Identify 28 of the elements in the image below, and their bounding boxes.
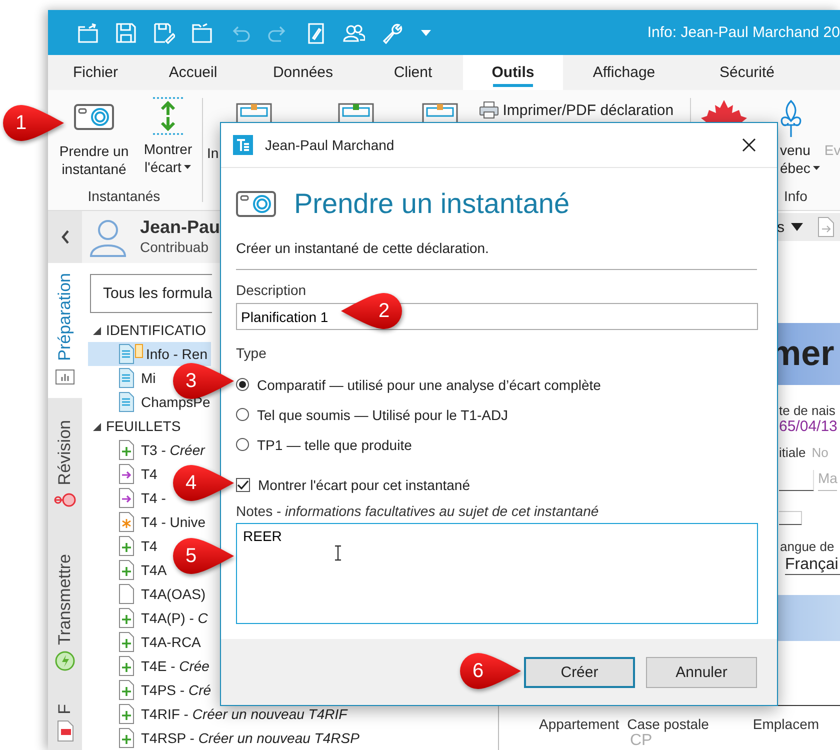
dialog-heading: Prendre un instantané	[294, 188, 570, 220]
button-label: In	[207, 145, 219, 161]
column-label: Case postale	[627, 716, 709, 732]
step-callout: 1	[3, 105, 65, 141]
group-label: Info	[784, 188, 808, 204]
column-label: Appartement	[539, 716, 620, 732]
field-label: itiale	[779, 445, 806, 460]
field-value: CP	[630, 732, 654, 750]
step-callout: 2	[340, 293, 402, 329]
step-callout: 4	[173, 465, 235, 501]
field-label: Notes - informations facultatives au sujet de cet instantané	[236, 503, 600, 519]
step-callout: 5	[173, 538, 235, 574]
step-callout: 3	[173, 363, 235, 399]
group-label: Instantanés	[88, 188, 160, 204]
field-label: Type	[236, 345, 268, 361]
taxpayer-role: Contribuab	[140, 238, 210, 257]
field-label: Description	[236, 282, 308, 298]
dialog-title: Jean-Paul Marchand	[265, 137, 394, 153]
column-label: Emplacem	[752, 716, 820, 732]
taxpayer-name: Jean-Pau	[140, 217, 220, 237]
dialog-text: Créer un instantané de cette déclaration.	[236, 240, 490, 256]
date-value: 65/04/13	[779, 418, 838, 435]
step-callout: 6	[460, 653, 522, 689]
field-label: te de nais	[779, 403, 836, 418]
field-label: angue de	[780, 539, 836, 554]
window-title: Info: Jean-Paul Marchand 20	[647, 24, 840, 41]
field-label: No	[812, 445, 828, 460]
dropdown-label: s	[777, 218, 784, 236]
